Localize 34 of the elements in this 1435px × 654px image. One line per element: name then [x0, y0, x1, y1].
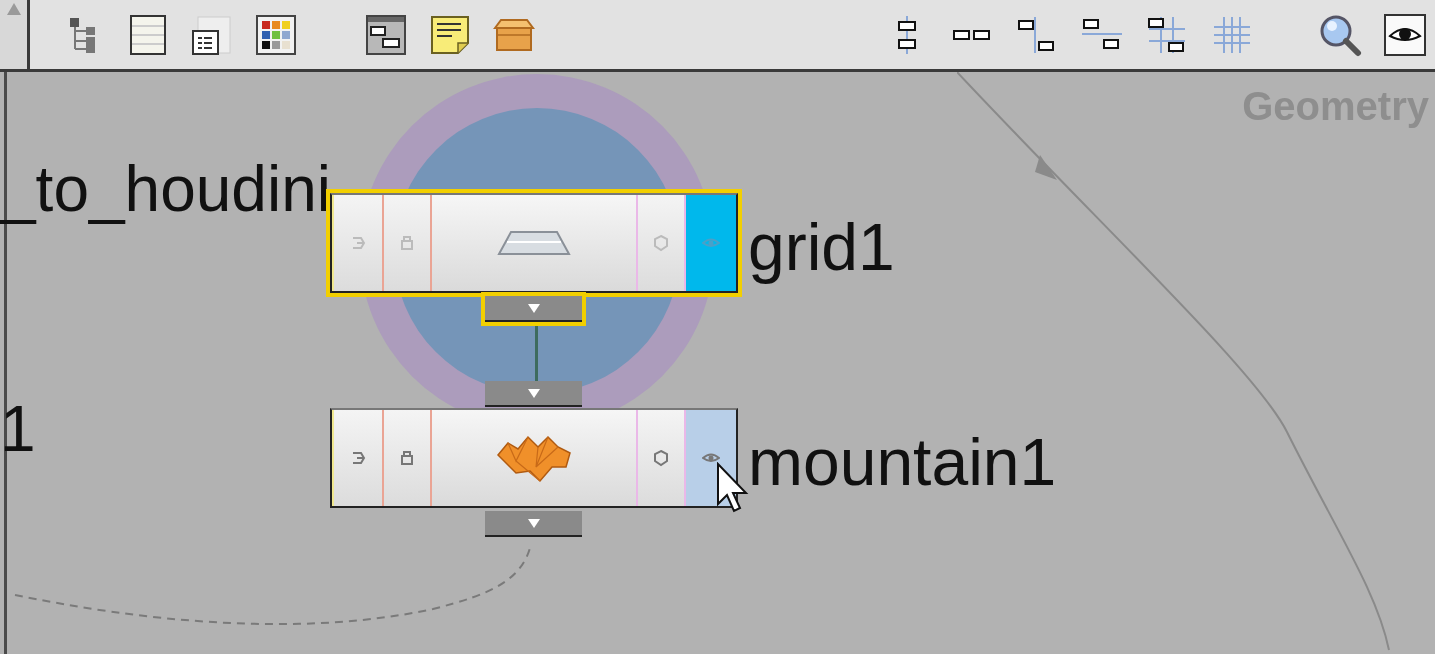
down-arrow-icon: [527, 303, 540, 313]
align-horizontal-icon: [952, 28, 992, 41]
network-box-button[interactable]: [364, 12, 408, 57]
lock-icon: [398, 234, 416, 252]
mountain-terrain-icon: [496, 433, 572, 483]
hexagon-icon: [652, 234, 670, 252]
grid-icon: [1212, 14, 1252, 55]
box-icon: [493, 17, 535, 52]
list-icon: [130, 14, 166, 55]
align-line-vertical-icon: [1017, 14, 1057, 55]
network-box-icon: [366, 14, 406, 55]
visibility-button[interactable]: [1383, 12, 1427, 57]
align-line-horizontal-icon: [1080, 17, 1124, 52]
eye-icon: [702, 236, 720, 250]
down-arrow-icon: [527, 518, 540, 528]
connector-tab[interactable]: [485, 511, 582, 537]
lock-icon: [398, 449, 416, 467]
up-arrow-icon: [5, 2, 22, 16]
eye-icon: [702, 451, 720, 465]
plane-icon: [497, 230, 571, 256]
grid-snap-icon: [1147, 14, 1187, 55]
panel-icon: [192, 14, 232, 55]
color-palette-icon: [256, 14, 296, 55]
connector-tab[interactable]: [485, 381, 582, 407]
scrollbar[interactable]: [0, 0, 30, 69]
node-tile[interactable]: [330, 408, 738, 508]
node-label: mountain1: [748, 429, 1057, 495]
mouse-cursor-icon: [716, 462, 750, 514]
sticky-note-icon: [430, 14, 470, 55]
align-vertical-icon: [897, 14, 917, 55]
down-arrow-icon: [527, 388, 540, 398]
hexagon-icon: [652, 449, 670, 467]
eye-icon: [1384, 13, 1426, 56]
color-palette-button[interactable]: [254, 12, 298, 57]
